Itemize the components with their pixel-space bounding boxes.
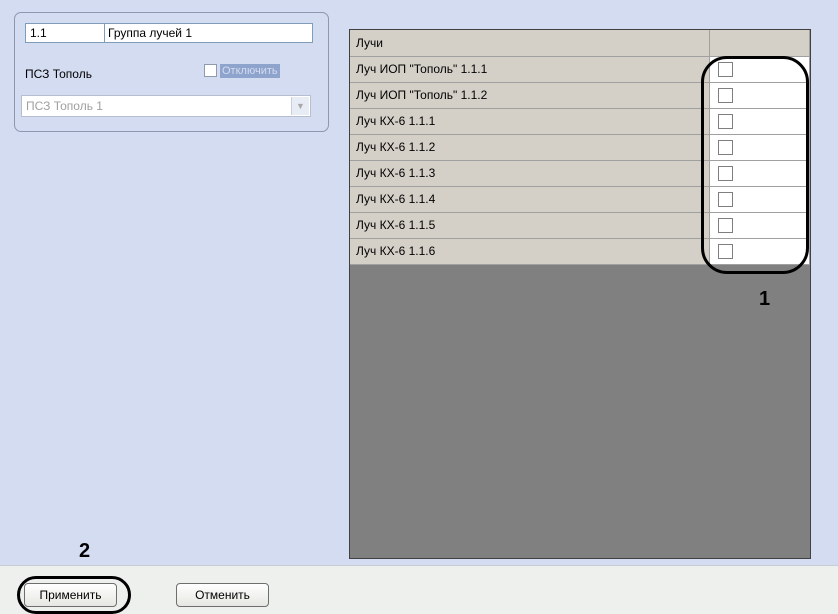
ray-name-cell: Луч ИОП "Тополь" 1.1.1 <box>350 56 710 83</box>
device-label: ПСЗ Тополь <box>25 67 92 81</box>
column-header-checkbox <box>709 30 810 57</box>
ray-name-cell: Луч КХ-6 1.1.6 <box>350 238 710 265</box>
bottom-toolbar: Применить Отменить <box>0 565 838 614</box>
apply-button-highlight <box>17 576 131 614</box>
device-select[interactable]: ПСЗ Тополь 1 ▼ <box>21 95 311 117</box>
group-id-field[interactable] <box>25 23 105 43</box>
device-select-value: ПСЗ Тополь 1 <box>26 99 103 113</box>
ray-name-cell: Луч ИОП "Тополь" 1.1.2 <box>350 82 710 109</box>
checkbox-column-highlight <box>701 56 809 274</box>
chevron-down-icon[interactable]: ▼ <box>291 97 309 115</box>
disable-checkbox[interactable] <box>204 64 217 77</box>
left-panel: ПСЗ Тополь Отключить ПСЗ Тополь 1 ▼ 2 <box>0 0 330 565</box>
group-name-field[interactable] <box>103 23 313 43</box>
callout-2: 2 <box>79 540 91 562</box>
ray-name-cell: Луч КХ-6 1.1.2 <box>350 134 710 161</box>
callout-1: 1 <box>759 288 771 310</box>
table-header-row: Лучи <box>350 30 810 57</box>
group-settings-box: ПСЗ Тополь Отключить ПСЗ Тополь 1 ▼ <box>14 12 329 132</box>
cancel-button[interactable]: Отменить <box>176 583 269 607</box>
disable-label: Отключить <box>220 64 280 78</box>
column-header-rays: Лучи <box>350 30 710 57</box>
ray-name-cell: Луч КХ-6 1.1.4 <box>350 186 710 213</box>
ray-name-cell: Луч КХ-6 1.1.1 <box>350 108 710 135</box>
ray-name-cell: Луч КХ-6 1.1.3 <box>350 160 710 187</box>
ray-name-cell: Луч КХ-6 1.1.5 <box>350 212 710 239</box>
